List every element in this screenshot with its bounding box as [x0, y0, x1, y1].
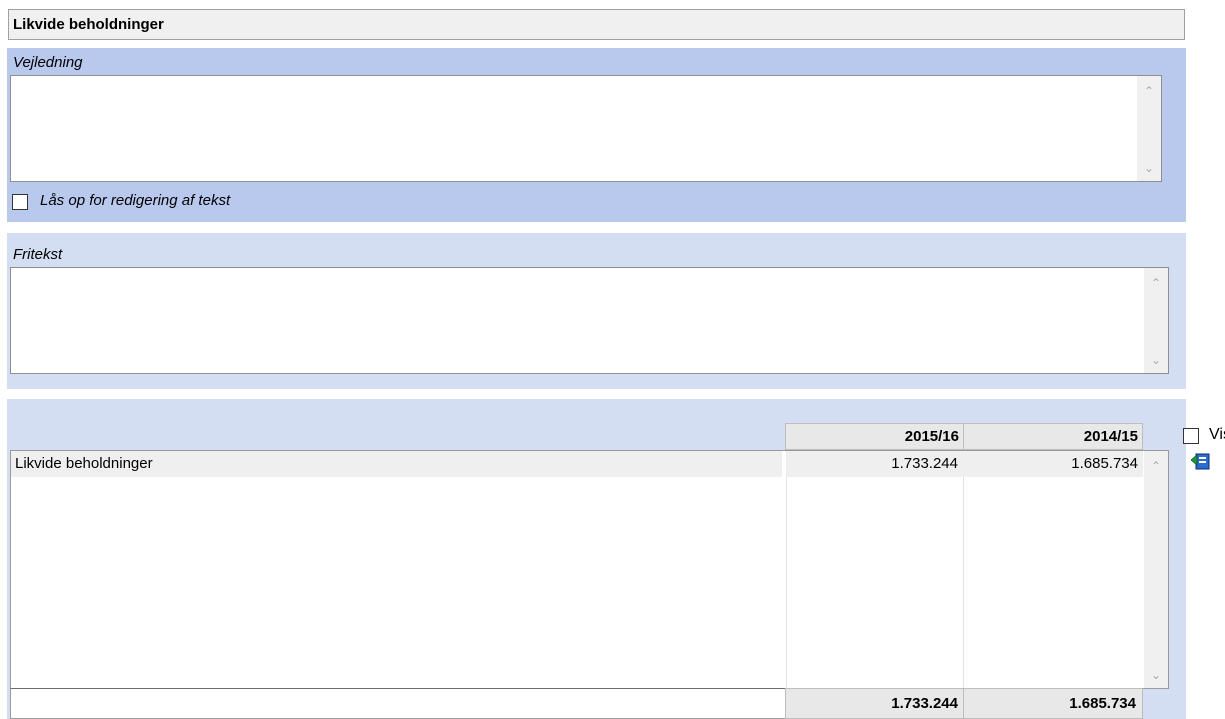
chevron-up-icon[interactable]: ⌃: [1137, 84, 1161, 98]
show-label: Vis: [1209, 426, 1225, 443]
chevron-up-icon[interactable]: ⌃: [1144, 276, 1168, 290]
unlock-edit-checkbox[interactable]: [12, 194, 28, 210]
guidance-textarea[interactable]: ⌃ ⌄: [10, 75, 1162, 182]
row-label: Likvide beholdninger: [15, 455, 153, 472]
total-value-current: 1.733.244: [891, 695, 958, 712]
chevron-down-icon[interactable]: ⌄: [1144, 353, 1168, 367]
freetext-scrollbar[interactable]: ⌃ ⌄: [1144, 268, 1168, 373]
column-header-previous: 2014/15: [963, 423, 1143, 450]
show-checkbox[interactable]: [1183, 428, 1199, 444]
guidance-label: Vejledning: [13, 54, 83, 71]
column-current: [786, 451, 963, 688]
chevron-up-icon[interactable]: ⌃: [1144, 459, 1168, 473]
export-icon[interactable]: [1190, 451, 1213, 471]
row-value-previous: 1.685.734: [1071, 455, 1138, 472]
freetext-text: [11, 268, 1168, 276]
guidance-text: [11, 76, 1161, 84]
chevron-down-icon[interactable]: ⌄: [1137, 161, 1161, 175]
guidance-scrollbar[interactable]: ⌃ ⌄: [1137, 76, 1161, 181]
grid-scrollbar[interactable]: ⌃ ⌄: [1144, 451, 1168, 688]
section-title-bar: Likvide beholdninger: [8, 9, 1185, 40]
chevron-down-icon[interactable]: ⌄: [1144, 668, 1168, 682]
row-value-current: 1.733.244: [891, 455, 958, 472]
column-previous: [963, 451, 1143, 688]
totals-row: [10, 688, 786, 719]
freetext-label: Fritekst: [13, 246, 63, 263]
column-header-current: 2015/16: [785, 423, 964, 450]
section-title: Likvide beholdninger: [13, 16, 164, 33]
total-value-previous: 1.685.734: [1069, 695, 1136, 712]
freetext-textarea[interactable]: ⌃ ⌄: [10, 267, 1169, 374]
unlock-edit-label: Lås op for redigering af tekst: [40, 192, 231, 209]
